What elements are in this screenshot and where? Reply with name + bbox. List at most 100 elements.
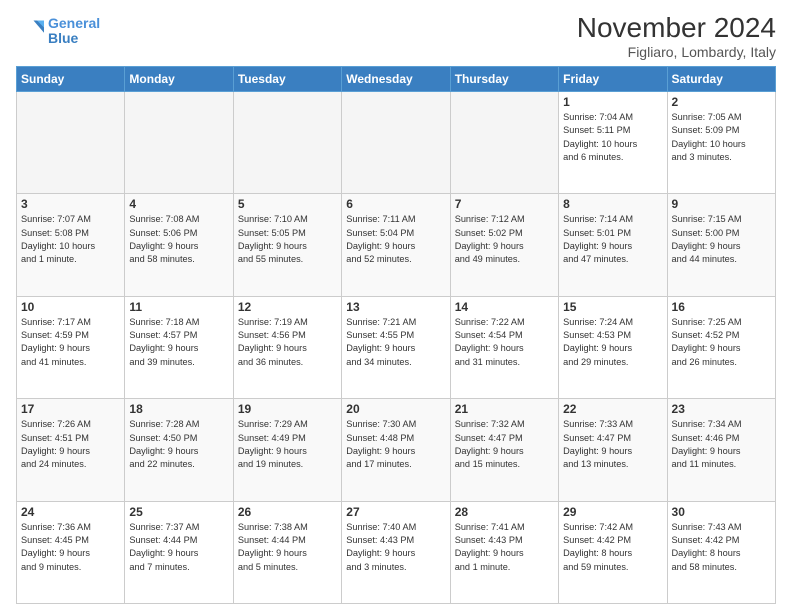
day-number: 13 — [346, 300, 445, 314]
calendar-cell — [450, 92, 558, 194]
logo: General Blue — [16, 16, 100, 47]
calendar-cell: 16Sunrise: 7:25 AM Sunset: 4:52 PM Dayli… — [667, 296, 775, 398]
day-info: Sunrise: 7:19 AM Sunset: 4:56 PM Dayligh… — [238, 316, 337, 369]
day-info: Sunrise: 7:07 AM Sunset: 5:08 PM Dayligh… — [21, 213, 120, 266]
calendar-cell: 5Sunrise: 7:10 AM Sunset: 5:05 PM Daylig… — [233, 194, 341, 296]
calendar-cell: 29 Sunrise: 7:42 AM Sunset: 4:42 PM Dayli… — [559, 501, 667, 603]
day-info: Sunrise: 7:15 AM Sunset: 5:00 PM Dayligh… — [672, 213, 771, 266]
day-number: 12 — [238, 300, 337, 314]
day-info: Sunrise: 7:11 AM Sunset: 5:04 PM Dayligh… — [346, 213, 445, 266]
day-info: Sunrise: 7:18 AM Sunset: 4:57 PM Dayligh… — [129, 316, 228, 369]
calendar-header-row: SundayMondayTuesdayWednesdayThursdayFrid… — [17, 67, 776, 92]
calendar-cell: 27 Sunrise: 7:40 AM Sunset: 4:43 PM Dayli… — [342, 501, 450, 603]
day-number: 15 — [563, 300, 662, 314]
calendar-cell: 24 Sunrise: 7:36 AM Sunset: 4:45 PM Dayli… — [17, 501, 125, 603]
day-number: 28 — [455, 505, 554, 519]
weekday-header: Thursday — [450, 67, 558, 92]
calendar-cell: 9 Sunrise: 7:15 AM Sunset: 5:00 PM Daylig… — [667, 194, 775, 296]
calendar-week-row: 17Sunrise: 7:26 AM Sunset: 4:51 PM Dayli… — [17, 399, 776, 501]
day-info: Sunrise: 7:34 AM Sunset: 4:46 PM Dayligh… — [672, 418, 771, 471]
day-info: Sunrise: 7:22 AM Sunset: 4:54 PM Dayligh… — [455, 316, 554, 369]
weekday-header: Tuesday — [233, 67, 341, 92]
calendar-cell: 18 Sunrise: 7:28 AM Sunset: 4:50 PM Dayli… — [125, 399, 233, 501]
day-number: 26 — [238, 505, 337, 519]
day-number: 7 — [455, 197, 554, 211]
day-number: 21 — [455, 402, 554, 416]
weekday-header: Monday — [125, 67, 233, 92]
calendar-week-row: 3 Sunrise: 7:07 AM Sunset: 5:08 PM Daylig… — [17, 194, 776, 296]
day-info: Sunrise: 7:10 AM Sunset: 5:05 PM Dayligh… — [238, 213, 337, 266]
calendar-cell: 28 Sunrise: 7:41 AM Sunset: 4:43 PM Dayli… — [450, 501, 558, 603]
weekday-header: Saturday — [667, 67, 775, 92]
day-number: 10 — [21, 300, 120, 314]
day-number: 30 — [672, 505, 771, 519]
day-info: Sunrise: 7:14 AM Sunset: 5:01 PM Dayligh… — [563, 213, 662, 266]
calendar-cell: 4 Sunrise: 7:08 AM Sunset: 5:06 PM Daylig… — [125, 194, 233, 296]
calendar-cell: 14Sunrise: 7:22 AM Sunset: 4:54 PM Dayli… — [450, 296, 558, 398]
day-info: Sunrise: 7:29 AM Sunset: 4:49 PM Dayligh… — [238, 418, 337, 471]
day-number: 18 — [129, 402, 228, 416]
logo-icon — [16, 17, 44, 45]
day-info: Sunrise: 7:33 AM Sunset: 4:47 PM Dayligh… — [563, 418, 662, 471]
day-number: 4 — [129, 197, 228, 211]
day-number: 16 — [672, 300, 771, 314]
calendar-cell: 11 Sunrise: 7:18 AM Sunset: 4:57 PM Dayli… — [125, 296, 233, 398]
day-number: 11 — [129, 300, 228, 314]
day-info: Sunrise: 7:41 AM Sunset: 4:43 PM Dayligh… — [455, 521, 554, 574]
calendar-cell: 12 Sunrise: 7:19 AM Sunset: 4:56 PM Dayli… — [233, 296, 341, 398]
day-number: 3 — [21, 197, 120, 211]
calendar-cell: 2Sunrise: 7:05 AM Sunset: 5:09 PM Daylig… — [667, 92, 775, 194]
calendar-cell: 3 Sunrise: 7:07 AM Sunset: 5:08 PM Daylig… — [17, 194, 125, 296]
month-title: November 2024 — [577, 12, 776, 44]
calendar-cell: 1Sunrise: 7:04 AM Sunset: 5:11 PM Daylig… — [559, 92, 667, 194]
day-number: 29 — [563, 505, 662, 519]
calendar-cell: 20 Sunrise: 7:30 AM Sunset: 4:48 PM Dayli… — [342, 399, 450, 501]
calendar-cell: 15 Sunrise: 7:24 AM Sunset: 4:53 PM Dayli… — [559, 296, 667, 398]
day-info: Sunrise: 7:36 AM Sunset: 4:45 PM Dayligh… — [21, 521, 120, 574]
day-info: Sunrise: 7:05 AM Sunset: 5:09 PM Dayligh… — [672, 111, 771, 164]
day-info: Sunrise: 7:12 AM Sunset: 5:02 PM Dayligh… — [455, 213, 554, 266]
day-info: Sunrise: 7:26 AM Sunset: 4:51 PM Dayligh… — [21, 418, 120, 471]
weekday-header: Wednesday — [342, 67, 450, 92]
day-info: Sunrise: 7:43 AM Sunset: 4:42 PM Dayligh… — [672, 521, 771, 574]
day-info: Sunrise: 7:24 AM Sunset: 4:53 PM Dayligh… — [563, 316, 662, 369]
day-info: Sunrise: 7:21 AM Sunset: 4:55 PM Dayligh… — [346, 316, 445, 369]
day-number: 27 — [346, 505, 445, 519]
day-number: 19 — [238, 402, 337, 416]
calendar-cell: 7 Sunrise: 7:12 AM Sunset: 5:02 PM Daylig… — [450, 194, 558, 296]
calendar-cell: 10 Sunrise: 7:17 AM Sunset: 4:59 PM Dayli… — [17, 296, 125, 398]
day-number: 20 — [346, 402, 445, 416]
day-number: 6 — [346, 197, 445, 211]
location: Figliaro, Lombardy, Italy — [577, 44, 776, 60]
calendar-table: SundayMondayTuesdayWednesdayThursdayFrid… — [16, 66, 776, 604]
day-info: Sunrise: 7:04 AM Sunset: 5:11 PM Dayligh… — [563, 111, 662, 164]
day-info: Sunrise: 7:17 AM Sunset: 4:59 PM Dayligh… — [21, 316, 120, 369]
day-info: Sunrise: 7:32 AM Sunset: 4:47 PM Dayligh… — [455, 418, 554, 471]
day-info: Sunrise: 7:38 AM Sunset: 4:44 PM Dayligh… — [238, 521, 337, 574]
day-number: 24 — [21, 505, 120, 519]
calendar-cell — [342, 92, 450, 194]
weekday-header: Friday — [559, 67, 667, 92]
page: General Blue November 2024 Figliaro, Lom… — [0, 0, 792, 612]
header: General Blue November 2024 Figliaro, Lom… — [16, 12, 776, 60]
calendar-cell: 26 Sunrise: 7:38 AM Sunset: 4:44 PM Dayli… — [233, 501, 341, 603]
day-info: Sunrise: 7:40 AM Sunset: 4:43 PM Dayligh… — [346, 521, 445, 574]
day-number: 9 — [672, 197, 771, 211]
day-info: Sunrise: 7:28 AM Sunset: 4:50 PM Dayligh… — [129, 418, 228, 471]
title-block: November 2024 Figliaro, Lombardy, Italy — [577, 12, 776, 60]
calendar-cell: 23Sunrise: 7:34 AM Sunset: 4:46 PM Dayli… — [667, 399, 775, 501]
day-info: Sunrise: 7:08 AM Sunset: 5:06 PM Dayligh… — [129, 213, 228, 266]
logo-blue: Blue — [48, 30, 78, 46]
logo-general: General — [48, 15, 100, 31]
calendar-cell — [125, 92, 233, 194]
calendar-cell: 8 Sunrise: 7:14 AM Sunset: 5:01 PM Daylig… — [559, 194, 667, 296]
calendar-cell: 13 Sunrise: 7:21 AM Sunset: 4:55 PM Dayli… — [342, 296, 450, 398]
calendar-cell: 25Sunrise: 7:37 AM Sunset: 4:44 PM Dayli… — [125, 501, 233, 603]
day-number: 8 — [563, 197, 662, 211]
logo-text: General Blue — [48, 16, 100, 47]
day-info: Sunrise: 7:30 AM Sunset: 4:48 PM Dayligh… — [346, 418, 445, 471]
calendar-week-row: 24 Sunrise: 7:36 AM Sunset: 4:45 PM Dayli… — [17, 501, 776, 603]
calendar-cell: 6 Sunrise: 7:11 AM Sunset: 5:04 PM Daylig… — [342, 194, 450, 296]
day-info: Sunrise: 7:42 AM Sunset: 4:42 PM Dayligh… — [563, 521, 662, 574]
calendar-week-row: 1Sunrise: 7:04 AM Sunset: 5:11 PM Daylig… — [17, 92, 776, 194]
